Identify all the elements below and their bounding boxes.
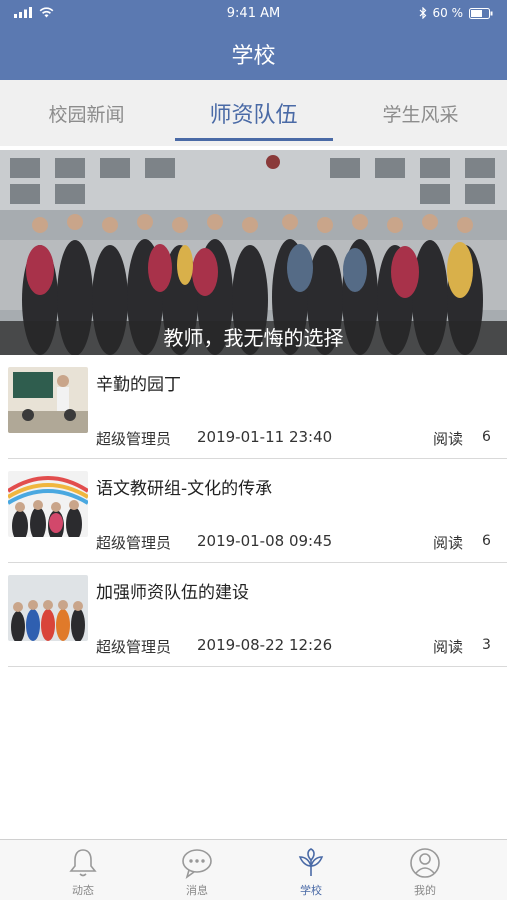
bluetooth-icon [419,7,426,19]
news-thumbnail [8,575,88,641]
group-photo-image [8,471,88,537]
banner[interactable]: 教师，我无悔的选择 [0,150,507,355]
team-photo-image [8,575,88,641]
news-author: 超级管理员 [96,534,172,552]
news-author: 超级管理员 [96,638,172,656]
read-count: 6 [482,533,491,549]
read-count: 6 [482,429,491,445]
tabbar-label: 学校 [300,884,322,897]
status-right: 60 % [419,6,494,20]
category-tabs: 校园新闻 师资队伍 学生风采 [0,80,507,146]
news-item-2[interactable]: 语文教研组-文化的传承 超级管理员 2019-01-08 09:45 阅读 6 [8,459,507,563]
tabbar-label: 消息 [186,884,208,897]
tab-indicator [175,138,333,141]
news-author: 超级管理员 [96,430,172,448]
read-count: 3 [482,637,491,653]
app-screen: 9:41 AM 60 % 学校 校园新闻 师资队伍 学生风采 教师，我无悔的选择… [0,0,507,900]
news-date: 2019-08-22 12:26 [197,636,333,654]
read-label: 阅读 [433,430,464,448]
tab-campus-news[interactable]: 校园新闻 [2,80,171,146]
user-icon [410,848,440,878]
chat-icon [182,849,212,879]
bottom-tab-bar: 动态 消息 学校 我的 [0,839,507,900]
tabbar-item-me[interactable]: 我的 [362,840,488,900]
news-thumbnail [8,367,88,433]
bell-icon [69,849,97,877]
classroom-image [8,367,88,433]
news-item-3[interactable]: 加强师资队伍的建设 超级管理员 2019-08-22 12:26 阅读 3 [8,563,507,667]
tabbar-item-school[interactable]: 学校 [248,840,374,900]
news-title: 加强师资队伍的建设 [96,583,249,603]
tabbar-label: 我的 [414,884,436,897]
news-date: 2019-01-08 09:45 [197,532,333,550]
status-bar: 9:41 AM 60 % [0,0,507,28]
news-title: 语文教研组-文化的传承 [96,479,273,499]
tab-faculty[interactable]: 师资队伍 [169,80,338,146]
sprout-icon [298,848,324,876]
battery-percent: 60 % [432,6,464,20]
read-label: 阅读 [433,534,464,552]
news-thumbnail [8,471,88,537]
news-title: 辛勤的园丁 [96,375,181,395]
banner-caption: 教师，我无悔的选择 [0,321,507,355]
tabbar-item-feed[interactable]: 动态 [20,840,146,900]
read-label: 阅读 [433,638,464,656]
news-date: 2019-01-11 23:40 [197,428,333,446]
page-title: 学校 [231,44,276,69]
tabbar-item-messages[interactable]: 消息 [134,840,260,900]
header: 9:41 AM 60 % 学校 [0,0,507,80]
news-item-1[interactable]: 辛勤的园丁 超级管理员 2019-01-11 23:40 阅读 6 [8,355,507,459]
tab-student-style[interactable]: 学生风采 [336,80,505,146]
tabbar-label: 动态 [72,884,94,897]
news-list: 辛勤的园丁 超级管理员 2019-01-11 23:40 阅读 6 语文教研组-… [0,355,507,667]
battery-icon [469,7,493,19]
